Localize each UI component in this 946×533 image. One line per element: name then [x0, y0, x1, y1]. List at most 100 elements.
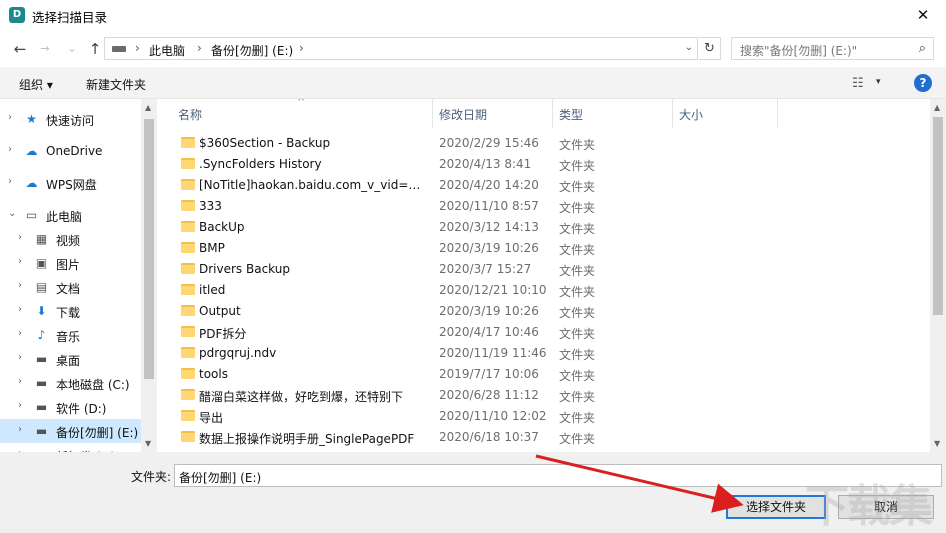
address-bar[interactable]: › 此电脑 › 备份[勿删] (E:) › ⌄: [104, 37, 698, 60]
nav-item-icon: ⬇: [36, 304, 47, 318]
view-dropdown-icon[interactable]: ▾: [876, 77, 881, 87]
expand-chevron-icon[interactable]: ›: [18, 328, 22, 339]
file-type: 文件夹: [559, 432, 596, 446]
expand-chevron-icon[interactable]: ›: [18, 256, 22, 267]
file-name: 导出: [199, 411, 224, 425]
folder-icon: [181, 368, 195, 379]
nav-item-label: 软件 (D:): [56, 402, 107, 416]
file-name: tools: [199, 367, 228, 381]
folder-icon: [181, 347, 195, 358]
nav-item-label: 此电脑: [46, 210, 83, 224]
file-row[interactable]: PDF拆分 2020/4/17 10:46 文件夹: [157, 322, 930, 343]
nav-item[interactable]: › ▤ 文档: [0, 275, 141, 299]
expand-chevron-icon[interactable]: ›: [18, 400, 22, 411]
expand-chevron-icon[interactable]: ›: [18, 424, 22, 435]
nav-scroll-thumb[interactable]: [144, 119, 154, 379]
nav-item[interactable]: › ☁ OneDrive: [0, 139, 141, 163]
recent-locations-icon[interactable]: ⌄: [62, 39, 82, 59]
file-type: 文件夹: [559, 390, 596, 404]
nav-item[interactable]: › ♪ 音乐: [0, 323, 141, 347]
file-row[interactable]: Drivers Backup 2020/3/7 15:27 文件夹: [157, 259, 930, 280]
expand-chevron-icon[interactable]: ›: [18, 280, 22, 291]
up-arrow-icon[interactable]: ↑: [85, 39, 105, 59]
view-options-icon[interactable]: ☷: [852, 76, 864, 91]
nav-item[interactable]: ⌄ ▭ 此电脑: [0, 203, 141, 227]
search-input[interactable]: 搜索"备份[勿删] (E:)" ⌕: [731, 37, 934, 60]
file-modified: 2020/3/12 14:13: [439, 220, 539, 234]
forward-arrow-icon[interactable]: →: [35, 39, 55, 59]
help-icon[interactable]: ?: [914, 74, 932, 92]
file-row[interactable]: 醋溜白菜这样做，好吃到爆，还特别下 2020/6/28 11:12 文件夹: [157, 385, 930, 406]
file-type: 文件夹: [559, 411, 596, 425]
file-row[interactable]: tools 2019/7/17 10:06 文件夹: [157, 364, 930, 385]
scroll-down-icon[interactable]: ▼: [934, 439, 940, 448]
breadcrumb-separator[interactable]: ›: [135, 41, 140, 55]
file-row[interactable]: 导出 2020/11/10 12:02 文件夹: [157, 406, 930, 427]
address-dropdown-icon[interactable]: ⌄: [685, 42, 693, 53]
search-icon[interactable]: ⌕: [919, 41, 926, 56]
nav-scrollbar[interactable]: ▲ ▼: [141, 99, 157, 452]
file-row[interactable]: BackUp 2020/3/12 14:13 文件夹: [157, 217, 930, 238]
expand-chevron-icon[interactable]: ›: [8, 176, 12, 187]
close-button[interactable]: ✕: [900, 0, 946, 31]
breadcrumb-separator[interactable]: ›: [197, 41, 202, 55]
nav-item[interactable]: › ▬ 本地磁盘 (C:): [0, 371, 141, 395]
file-row[interactable]: pdrgqruj.ndv 2020/11/19 11:46 文件夹: [157, 343, 930, 364]
breadcrumb-this-pc[interactable]: 此电脑: [149, 42, 185, 59]
back-arrow-icon[interactable]: ←: [10, 39, 30, 59]
file-row[interactable]: $360Section - Backup 2020/2/29 15:46 文件夹: [157, 133, 930, 154]
scroll-down-icon[interactable]: ▼: [145, 439, 151, 448]
file-row[interactable]: [NoTitle]haokan.baidu.com_v_vid=87... 202…: [157, 175, 930, 196]
file-row[interactable]: BMP 2020/3/19 10:26 文件夹: [157, 238, 930, 259]
folder-icon: [181, 158, 195, 169]
expand-chevron-icon[interactable]: ›: [8, 144, 12, 155]
column-divider[interactable]: [777, 99, 778, 128]
nav-item[interactable]: › ★ 快速访问: [0, 107, 141, 131]
nav-item[interactable]: ›▬新加卷 (F:): [0, 443, 141, 452]
column-name[interactable]: 名称: [178, 106, 202, 123]
scroll-up-icon[interactable]: ▲: [934, 103, 940, 112]
breadcrumb-separator[interactable]: ›: [299, 41, 304, 55]
column-divider[interactable]: [672, 99, 673, 128]
watermark-logo: 下载集: [805, 481, 933, 532]
new-folder-button[interactable]: 新建文件夹: [86, 76, 146, 93]
file-row[interactable]: Output 2020/3/19 10:26 文件夹: [157, 301, 930, 322]
nav-item[interactable]: › ▬ 桌面: [0, 347, 141, 371]
expand-chevron-icon[interactable]: ›: [18, 376, 22, 387]
column-type[interactable]: 类型: [559, 106, 583, 123]
nav-item[interactable]: › ▦ 视频: [0, 227, 141, 251]
column-divider[interactable]: [432, 99, 433, 128]
nav-item[interactable]: › ⬇ 下载: [0, 299, 141, 323]
file-scroll-thumb[interactable]: [933, 117, 943, 315]
organize-menu[interactable]: 组织 ▾: [19, 76, 53, 93]
column-divider[interactable]: [552, 99, 553, 128]
nav-item-icon: ▬: [35, 376, 48, 390]
column-modified[interactable]: 修改日期: [439, 106, 487, 123]
file-type: 文件夹: [559, 306, 596, 320]
column-size[interactable]: 大小: [679, 106, 703, 123]
expand-chevron-icon[interactable]: ›: [8, 112, 12, 123]
expand-chevron-icon[interactable]: ⌄: [8, 208, 16, 219]
file-type: 文件夹: [559, 285, 596, 299]
expand-chevron-icon[interactable]: ›: [18, 232, 22, 243]
file-row[interactable]: .SyncFolders History 2020/4/13 8:41 文件夹: [157, 154, 930, 175]
file-modified: 2020/12/21 10:10: [439, 283, 547, 297]
nav-item[interactable]: › ☁ WPS网盘: [0, 171, 141, 195]
nav-item-icon: ☁: [25, 144, 38, 158]
expand-chevron-icon[interactable]: ›: [18, 352, 22, 363]
file-row[interactable]: 333 2020/11/10 8:57 文件夹: [157, 196, 930, 217]
folder-icon: [181, 410, 195, 421]
nav-item-label: 本地磁盘 (C:): [56, 378, 130, 392]
file-modified: 2020/6/28 11:12: [439, 388, 539, 402]
expand-chevron-icon[interactable]: ›: [18, 304, 22, 315]
file-list-scrollbar[interactable]: ▲ ▼: [930, 99, 946, 452]
breadcrumb-drive-e[interactable]: 备份[勿删] (E:): [211, 42, 293, 59]
nav-item[interactable]: › ▣ 图片: [0, 251, 141, 275]
nav-item[interactable]: › ▬ 备份[勿删] (E:): [0, 419, 141, 443]
refresh-icon[interactable]: ↻: [699, 37, 721, 60]
file-modified: 2020/3/19 10:26: [439, 304, 539, 318]
file-row[interactable]: itled 2020/12/21 10:10 文件夹: [157, 280, 930, 301]
nav-item[interactable]: › ▬ 软件 (D:): [0, 395, 141, 419]
file-row[interactable]: 数据上报操作说明手册_SinglePagePDF 2020/6/18 10:37 文…: [157, 427, 930, 448]
scroll-up-icon[interactable]: ▲: [145, 103, 151, 112]
